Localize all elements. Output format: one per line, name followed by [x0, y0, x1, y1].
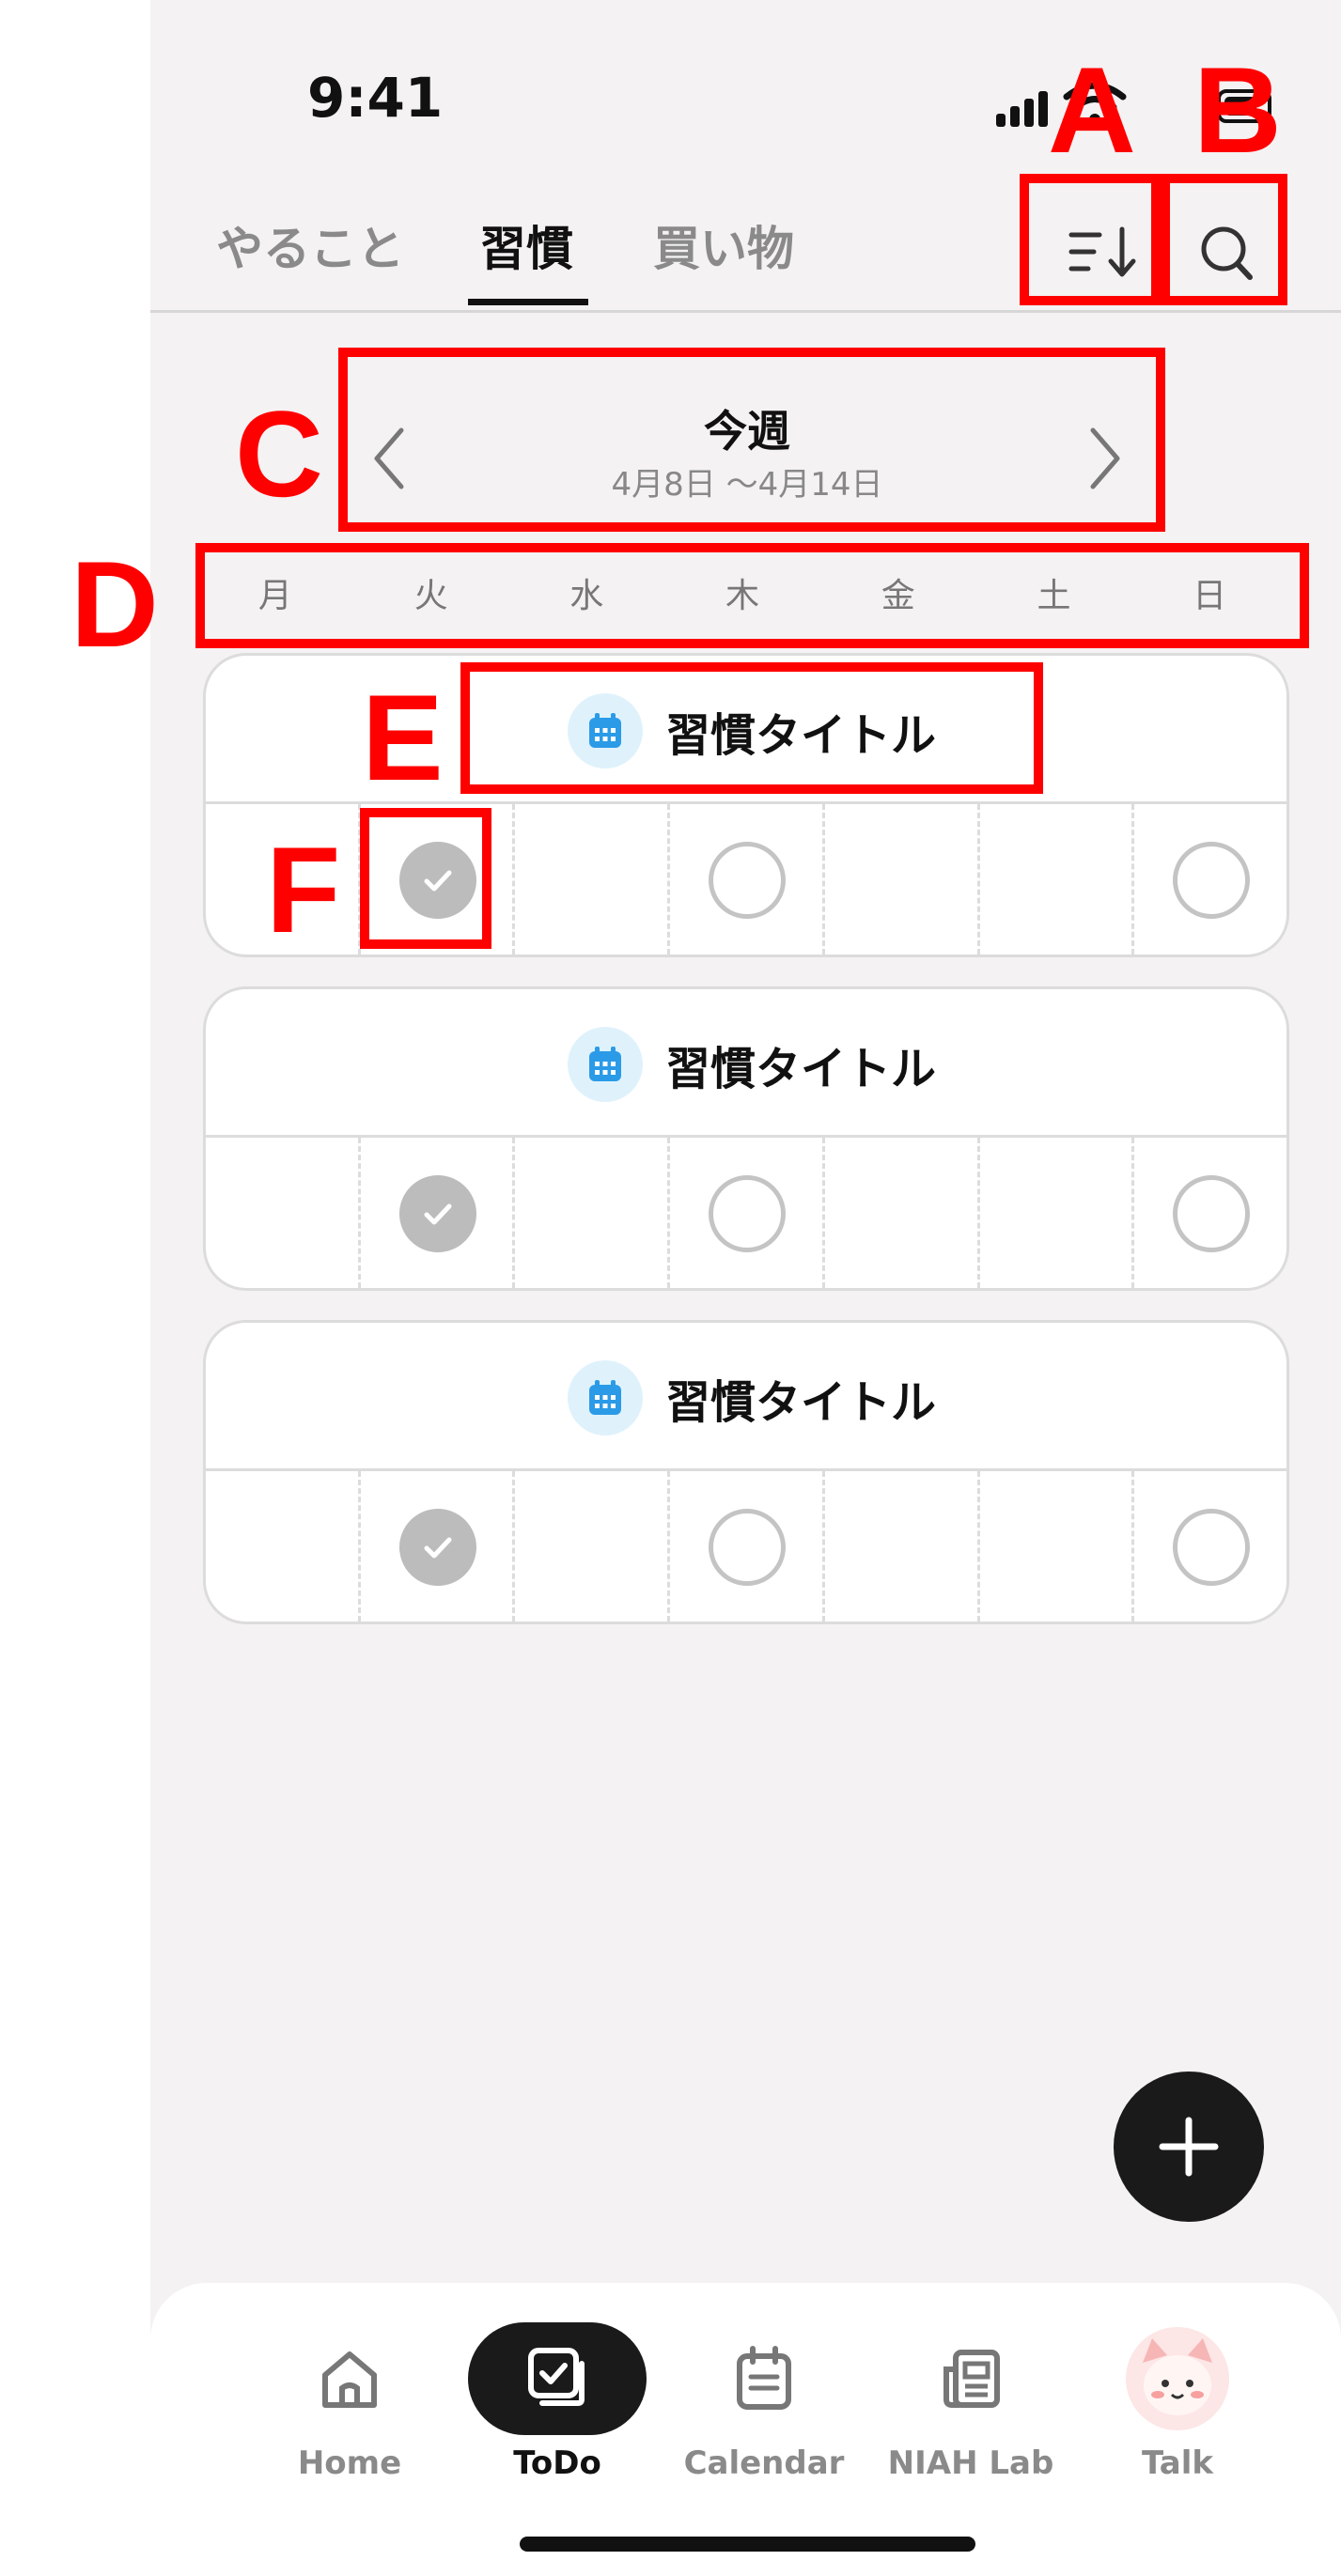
annotation-label-b: B — [1193, 41, 1282, 178]
habit-empty-circle[interactable] — [709, 1175, 787, 1252]
todo-check-icon — [528, 2348, 585, 2406]
nav-niah-lab[interactable]: NIAH Lab — [877, 2322, 1065, 2482]
tab-habits[interactable]: 習慣 — [479, 211, 573, 279]
habit-day-cell — [976, 1138, 1132, 1288]
annotation-box-e — [460, 662, 1043, 794]
active-nav-pill — [468, 2322, 647, 2435]
annotation-label-e: E — [362, 669, 444, 806]
habit-card[interactable]: 習慣タイトル — [203, 986, 1289, 1291]
habit-day-cell — [821, 1138, 977, 1288]
habit-day-cell — [821, 1471, 977, 1622]
nav-todo[interactable]: ToDo — [463, 2322, 651, 2482]
habit-week-row — [206, 1138, 1286, 1288]
habit-day-cell — [512, 1471, 667, 1622]
nav-label: Home — [297, 2444, 402, 2482]
habit-empty-circle[interactable] — [1173, 1175, 1251, 1252]
character-avatar-icon — [1126, 2327, 1229, 2430]
habit-day-cell — [206, 1138, 358, 1288]
habit-completed-check[interactable] — [398, 1175, 476, 1252]
add-habit-button[interactable] — [1114, 2072, 1264, 2222]
habit-day-cell — [976, 1471, 1132, 1622]
nav-label: Talk — [1141, 2444, 1214, 2482]
habit-day-cell[interactable] — [357, 1138, 513, 1288]
habit-card-header: 習慣タイトル — [206, 989, 1286, 1138]
nav-calendar[interactable]: Calendar — [670, 2322, 858, 2482]
tab-shopping[interactable]: 買い物 — [653, 211, 794, 279]
annotation-box-d — [195, 543, 1309, 648]
home-icon — [322, 2351, 377, 2408]
plus-icon — [1159, 2117, 1219, 2177]
habit-empty-circle[interactable] — [709, 842, 787, 919]
habit-completed-check[interactable] — [398, 1509, 476, 1586]
nav-label: Calendar — [683, 2444, 845, 2482]
habit-day-cell — [821, 804, 977, 954]
habit-day-cell[interactable] — [1131, 804, 1286, 954]
habit-day-cell — [512, 804, 667, 954]
bottom-navigation: Home ToDo Calendar NIAH Lab Talk — [150, 2283, 1341, 2576]
newspaper-icon — [943, 2350, 1000, 2408]
habit-empty-circle[interactable] — [1173, 1509, 1251, 1586]
habit-day-cell — [206, 1471, 358, 1622]
habit-day-cell[interactable] — [1131, 1471, 1286, 1622]
habit-card[interactable]: 習慣タイトル — [203, 1320, 1289, 1624]
habit-title: 習慣タイトル — [665, 1043, 937, 1095]
calendar-badge-icon — [568, 1027, 643, 1102]
habit-day-cell[interactable] — [357, 1471, 513, 1622]
habit-day-cell — [512, 1138, 667, 1288]
calendar-icon — [737, 2346, 791, 2410]
annotation-label-f: F — [266, 821, 341, 958]
habit-day-cell[interactable] — [667, 1138, 822, 1288]
habit-card-header: 習慣タイトル — [206, 1323, 1286, 1471]
habit-day-cell[interactable] — [1131, 1138, 1286, 1288]
habit-title-group: 習慣タイトル — [568, 1027, 936, 1102]
annotation-box-b — [1161, 174, 1287, 305]
habit-empty-circle[interactable] — [709, 1509, 787, 1586]
active-tab-indicator — [468, 299, 588, 305]
status-time: 9:41 — [307, 66, 444, 130]
annotation-box-f — [360, 808, 491, 949]
nav-home[interactable]: Home — [256, 2322, 444, 2482]
annotation-label-c: C — [235, 385, 323, 522]
annotation-box-c — [338, 348, 1165, 532]
nav-label: ToDo — [513, 2444, 601, 2482]
check-icon — [424, 1537, 452, 1559]
tab-todo[interactable]: やること — [216, 211, 404, 279]
habit-day-cell — [976, 804, 1132, 954]
annotation-label-a: A — [1048, 41, 1136, 178]
annotation-box-a — [1020, 174, 1161, 305]
nav-talk[interactable]: Talk — [1084, 2322, 1271, 2482]
calendar-badge-icon — [568, 1360, 643, 1435]
habit-empty-circle[interactable] — [1173, 842, 1251, 919]
habit-week-row — [206, 1471, 1286, 1622]
habit-title: 習慣タイトル — [665, 1376, 937, 1429]
home-indicator — [520, 2537, 975, 2552]
nav-label: NIAH Lab — [887, 2444, 1054, 2482]
habit-day-cell[interactable] — [667, 804, 822, 954]
annotation-label-d: D — [70, 535, 159, 673]
habit-title-group: 習慣タイトル — [568, 1360, 936, 1435]
check-icon — [424, 1203, 452, 1225]
habit-day-cell[interactable] — [667, 1471, 822, 1622]
